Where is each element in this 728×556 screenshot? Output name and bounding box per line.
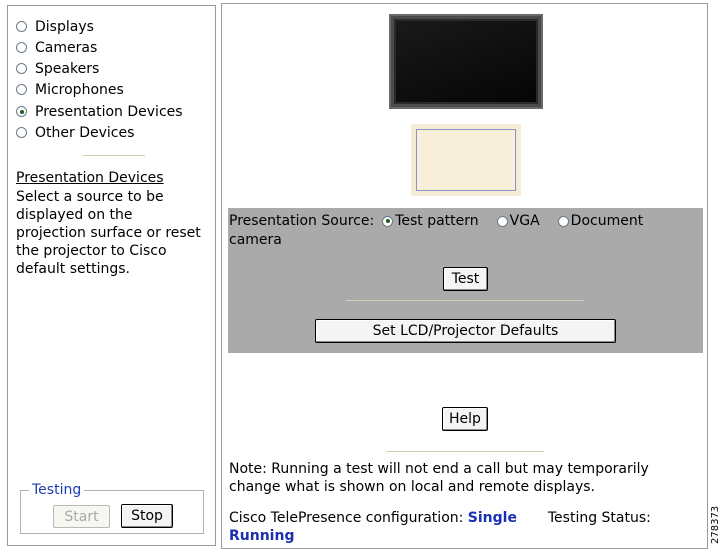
radio-label-other-devices: Other Devices	[35, 124, 135, 141]
config-label: Cisco TelePresence configuration:	[229, 510, 464, 526]
radio-label-speakers: Speakers	[35, 60, 100, 77]
radio-button[interactable]	[16, 42, 27, 53]
radio-microphones[interactable]: Microphones	[16, 79, 124, 100]
radio-label-microphones: Microphones	[35, 81, 124, 98]
radio-label-document-wrap: camera	[229, 232, 282, 248]
note-text: Note: Running a test will not end a call…	[229, 461, 649, 495]
radio-label-test-pattern: Test pattern	[395, 213, 479, 229]
radio-label-cameras: Cameras	[35, 39, 98, 56]
radio-button[interactable]	[496, 215, 508, 227]
radio-label-presentation-devices: Presentation Devices	[35, 103, 183, 120]
radio-button[interactable]	[557, 215, 569, 227]
projection-surface-image	[411, 124, 521, 196]
testing-group: Testing	[20, 481, 204, 534]
gray-area-divider	[346, 300, 584, 301]
radio-button[interactable]	[16, 63, 27, 74]
radio-button[interactable]	[16, 21, 27, 32]
radio-vga[interactable]: VGA	[496, 212, 540, 230]
help-title: Presentation Devices	[16, 170, 164, 186]
testing-status-label: Testing Status:	[547, 510, 651, 526]
monitor-screen	[396, 21, 536, 102]
status-line-2: Running	[229, 527, 294, 545]
projection-surface-frame	[416, 129, 516, 191]
radio-label-displays: Displays	[35, 18, 94, 35]
test-button[interactable]: Test	[443, 267, 488, 291]
figure-number: 278373	[710, 505, 721, 544]
radio-displays[interactable]: Displays	[16, 16, 94, 37]
testing-legend: Testing	[29, 481, 85, 499]
radio-test-pattern[interactable]: Test pattern	[382, 212, 479, 230]
radio-button-selected[interactable]	[16, 106, 27, 117]
set-lcd-projector-defaults-button[interactable]: Set LCD/Projector Defaults	[315, 319, 616, 343]
radio-speakers[interactable]: Speakers	[16, 58, 99, 79]
help-text: Select a source to be displayed on the p…	[16, 189, 201, 277]
radio-cameras[interactable]: Cameras	[16, 37, 97, 58]
testing-status-value: Running	[229, 528, 295, 544]
radio-other-devices[interactable]: Other Devices	[16, 122, 134, 143]
radio-button[interactable]	[16, 84, 27, 95]
radio-presentation-devices[interactable]: Presentation Devices	[16, 101, 183, 122]
display-monitor-image	[389, 14, 543, 109]
presentation-source-row: Presentation Source: Test pattern VGA Do…	[229, 212, 643, 230]
help-button[interactable]: Help	[442, 407, 488, 431]
radio-label-document: Document	[570, 213, 644, 229]
presentation-source-label: Presentation Source:	[229, 213, 375, 229]
radio-button-selected[interactable]	[382, 215, 394, 227]
start-button[interactable]: Start	[53, 505, 110, 528]
config-value: Single	[467, 510, 517, 526]
radio-button[interactable]	[16, 127, 27, 138]
left-divider	[83, 155, 145, 156]
note-divider	[386, 451, 544, 452]
status-line: Cisco TelePresence configuration: Single…	[229, 509, 651, 527]
radio-label-vga: VGA	[509, 213, 540, 229]
stop-button[interactable]: Stop	[121, 504, 173, 528]
radio-document-camera[interactable]: Document	[557, 212, 644, 230]
